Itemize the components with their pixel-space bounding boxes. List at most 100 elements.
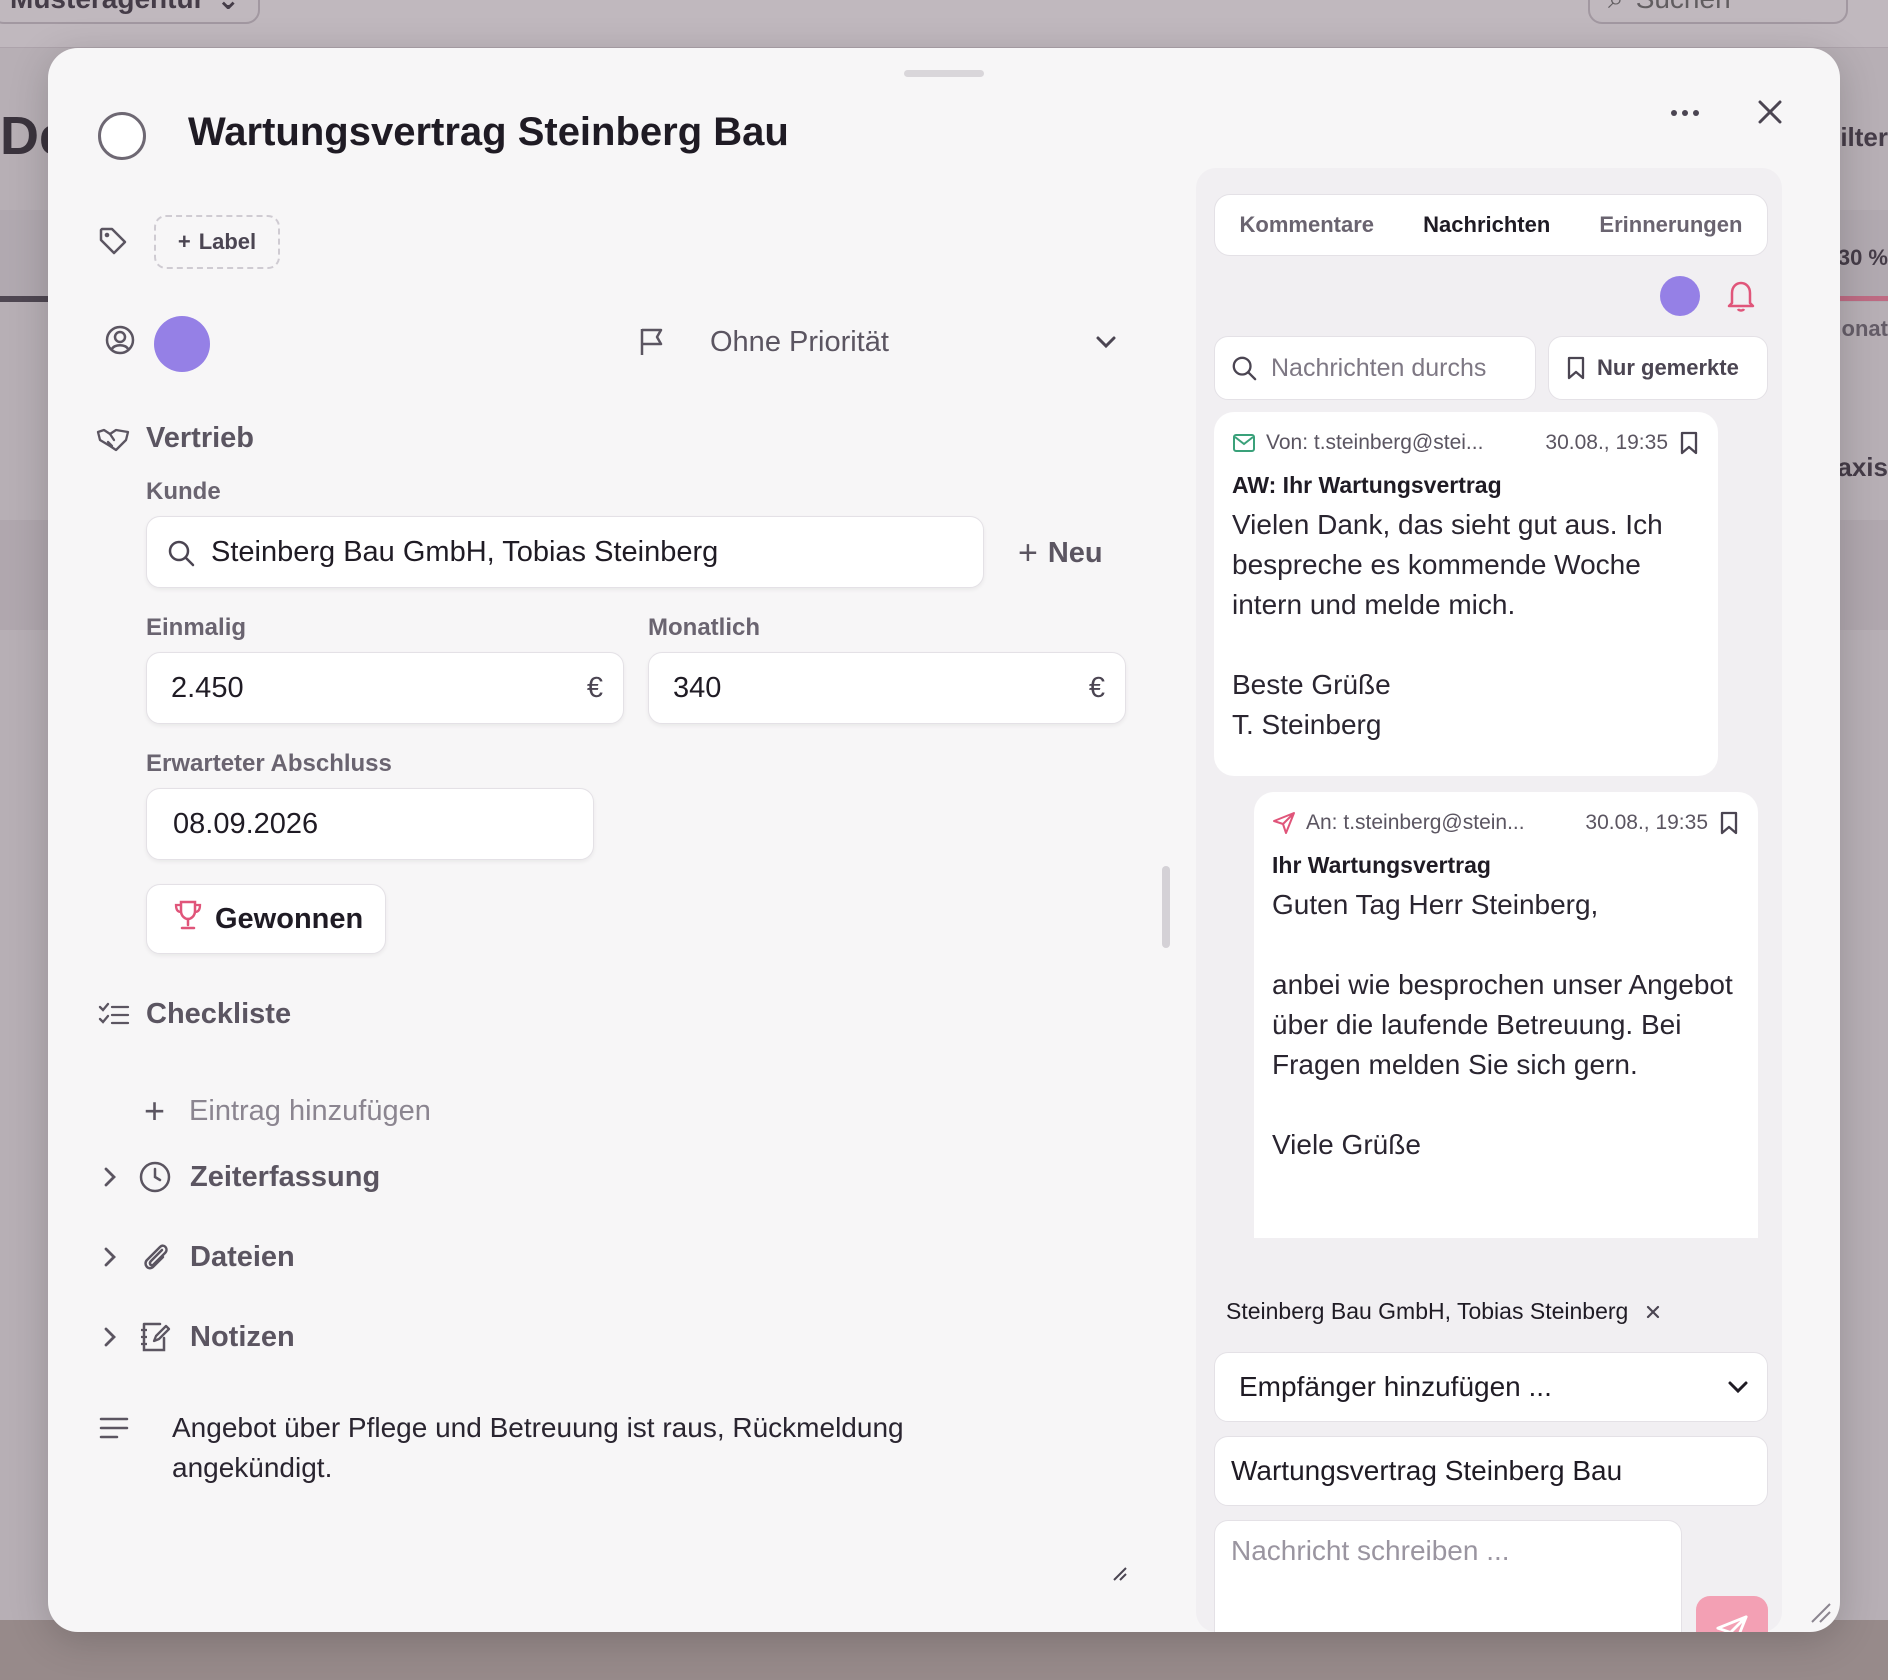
search-icon [167, 539, 195, 567]
one-time-label: Einmalig [146, 614, 247, 641]
drag-handle[interactable] [904, 70, 984, 77]
add-label-button[interactable]: + Label [154, 215, 280, 269]
left-scrollbar[interactable] [1162, 866, 1170, 948]
message-header: An: t.steinberg@stein... 30.08., 19:35 [1272, 810, 1740, 836]
message-timestamp: 30.08., 19:35 [1585, 811, 1708, 834]
chevron-right-icon [104, 1167, 116, 1187]
bookmark-icon [1567, 356, 1585, 380]
chevron-down-icon[interactable] [1094, 332, 1118, 352]
tab-messages[interactable]: Nachrichten [1417, 204, 1556, 246]
currency-suffix: € [586, 671, 603, 704]
plus-icon: + [144, 1090, 166, 1131]
message-compose-textarea[interactable]: Nachricht schreiben ... [1214, 1520, 1682, 1632]
modal-resize-grip-icon[interactable] [1808, 1600, 1832, 1629]
monthly-amount-value: 340 [673, 671, 722, 704]
message-body: Guten Tag Herr Steinberg, anbei wie besp… [1272, 889, 1733, 1160]
message-body: Vielen Dank, das sieht gut aus. Ich besp… [1232, 509, 1663, 740]
files-label: Dateien [190, 1240, 295, 1273]
message-subject-input[interactable]: Wartungsvertrag Steinberg Bau [1214, 1436, 1768, 1506]
resize-grip-icon[interactable] [1110, 1564, 1128, 1587]
notes-label: Notizen [190, 1320, 295, 1353]
chevron-right-icon [104, 1247, 116, 1267]
mark-won-label: Gewonnen [215, 902, 364, 935]
recipient-chip: Steinberg Bau GmbH, Tobias Steinberg [1214, 1292, 1674, 1331]
send-icon [1716, 1615, 1748, 1632]
send-message-button[interactable] [1696, 1596, 1768, 1632]
add-recipient-select[interactable]: Empfänger hinzufügen ... [1214, 1352, 1768, 1422]
message-subject-value: Wartungsvertrag Steinberg Bau [1231, 1455, 1623, 1486]
mark-won-button[interactable]: Gewonnen [146, 884, 386, 954]
one-time-amount-input[interactable]: 2.450 € [146, 652, 624, 724]
clock-icon [139, 1161, 171, 1193]
close-button[interactable] [1748, 90, 1792, 134]
add-checklist-entry-button[interactable]: + Eintrag hinzufügen [144, 1090, 431, 1132]
time-tracking-label: Zeiterfassung [190, 1160, 381, 1193]
panel-tabs: Kommentare Nachrichten Erinnerungen [1214, 194, 1768, 256]
sales-section-title: Vertrieb [146, 422, 254, 454]
add-checklist-entry-label: Eintrag hinzufügen [189, 1094, 431, 1127]
tab-reminders[interactable]: Erinnerungen [1593, 204, 1748, 246]
checklist-title: Checkliste [146, 998, 292, 1030]
bookmarked-filter-button[interactable]: Nur gemerkte [1548, 336, 1768, 400]
message-header: Von: t.steinberg@stei... 30.08., 19:35 [1232, 430, 1700, 456]
message-card-outgoing[interactable]: An: t.steinberg@stein... 30.08., 19:35 I… [1254, 792, 1758, 1238]
send-icon [1273, 812, 1295, 834]
bookmark-icon[interactable] [1718, 810, 1740, 836]
message-compose-placeholder: Nachricht schreiben ... [1231, 1535, 1510, 1566]
expected-close-label: Erwarteter Abschluss [146, 750, 392, 777]
one-time-amount-value: 2.450 [171, 671, 244, 704]
notebook-edit-icon [141, 1322, 171, 1352]
message-timestamp: 30.08., 19:35 [1545, 431, 1668, 454]
dot-icon [1693, 110, 1699, 116]
message-search-placeholder: Nachrichten durchs [1271, 353, 1487, 382]
dot-icon [1682, 110, 1688, 116]
message-recipient: An: t.steinberg@stein... [1306, 811, 1525, 834]
mail-icon [1233, 434, 1255, 452]
time-tracking-section[interactable]: Zeiterfassung [100, 1160, 380, 1194]
task-title[interactable]: Wartungsvertrag Steinberg Bau [188, 110, 789, 155]
checklist-icon [98, 1000, 130, 1030]
task-complete-toggle[interactable] [98, 112, 146, 160]
message-subject: AW: Ihr Wartungsvertrag [1232, 472, 1502, 498]
expected-close-date-input[interactable]: 08.09.2026 [146, 788, 594, 860]
new-customer-label: Neu [1047, 536, 1103, 569]
notes-section[interactable]: Notizen [100, 1320, 295, 1354]
chevron-right-icon [104, 1327, 116, 1347]
close-icon[interactable] [1644, 1303, 1662, 1321]
message-subject: Ihr Wartungsvertrag [1272, 852, 1491, 878]
plus-icon: + [1018, 533, 1038, 572]
monthly-label: Monatlich [648, 614, 760, 641]
description-textarea[interactable]: Angebot über Pflege und Betreuung ist ra… [172, 1408, 972, 1488]
recipient-chip-label: Steinberg Bau GmbH, Tobias Steinberg [1226, 1298, 1629, 1324]
task-detail-modal: Wartungsvertrag Steinberg Bau + Label Oh… [48, 48, 1840, 1632]
handshake-icon [96, 422, 130, 456]
assignee-avatar[interactable] [154, 316, 210, 372]
currency-suffix: € [1088, 671, 1105, 704]
message-card-incoming[interactable]: Von: t.steinberg@stei... 30.08., 19:35 A… [1214, 412, 1718, 776]
bookmark-icon[interactable] [1678, 430, 1700, 456]
follower-avatar[interactable] [1660, 276, 1700, 316]
tab-comments[interactable]: Kommentare [1234, 204, 1380, 246]
text-align-icon [98, 1414, 130, 1442]
customer-label: Kunde [146, 478, 221, 505]
bookmarked-filter-label: Nur gemerkte [1597, 355, 1739, 380]
more-options-button[interactable] [1660, 93, 1710, 133]
trophy-icon [173, 899, 203, 939]
search-icon [1232, 356, 1257, 381]
dot-icon [1671, 110, 1677, 116]
plus-icon: + [177, 229, 191, 254]
bell-icon[interactable] [1724, 278, 1758, 314]
new-customer-button[interactable]: + Neu [1018, 528, 1103, 578]
add-label-text: Label [198, 229, 257, 254]
message-search-input[interactable]: Nachrichten durchs [1214, 336, 1536, 400]
customer-search-input[interactable]: Steinberg Bau GmbH, Tobias Steinberg [146, 516, 984, 588]
paperclip-icon [144, 1244, 168, 1270]
files-section[interactable]: Dateien [100, 1240, 295, 1274]
monthly-amount-input[interactable]: 340 € [648, 652, 1126, 724]
user-circle-icon [104, 324, 136, 356]
flag-icon [636, 324, 668, 358]
priority-select[interactable]: Ohne Priorität [710, 326, 889, 359]
chevron-down-icon [1728, 1381, 1748, 1394]
close-icon [1758, 100, 1782, 124]
tag-icon [96, 224, 130, 258]
